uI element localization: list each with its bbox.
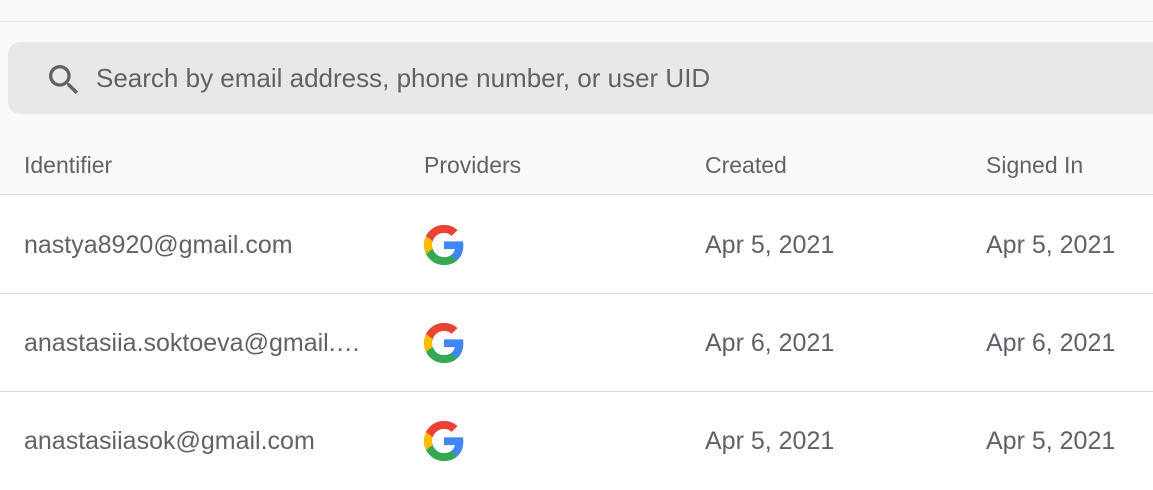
column-header-providers[interactable]: Providers (424, 152, 521, 179)
google-icon (423, 420, 464, 462)
identifier-cell: nastya8920@gmail.com (24, 196, 370, 294)
created-cell: Apr 5, 2021 (705, 230, 835, 259)
signed-in-cell: Apr 5, 2021 (986, 230, 1116, 259)
created-cell: Apr 6, 2021 (705, 328, 835, 357)
identifier-text: anastasiiasok@gmail.com (24, 426, 315, 455)
identifier-cell: anastasiiasok@gmail.com (24, 392, 370, 490)
google-icon (423, 322, 464, 364)
top-bar (0, 0, 1153, 22)
google-icon (423, 224, 464, 266)
signed-in-cell: Apr 5, 2021 (986, 426, 1116, 455)
provider-cell (422, 392, 470, 490)
signed-in-cell: Apr 6, 2021 (986, 328, 1116, 357)
table-row[interactable]: nastya8920@gmail.com Apr 5, 2021 Apr 5, … (0, 196, 1153, 294)
table-header: Identifier Providers Created Signed In (0, 134, 1153, 195)
search-input[interactable] (96, 42, 1096, 114)
created-cell: Apr 5, 2021 (705, 426, 835, 455)
identifier-text: anastasiia.soktoeva@gmail.… (24, 328, 361, 357)
table-row[interactable]: anastasiiasok@gmail.com Apr 5, 2021 Apr … (0, 392, 1153, 490)
column-header-identifier[interactable]: Identifier (24, 152, 112, 179)
identifier-text: nastya8920@gmail.com (24, 230, 293, 259)
search-icon[interactable] (44, 60, 84, 100)
search-bar[interactable] (8, 42, 1153, 114)
table-row[interactable]: anastasiia.soktoeva@gmail.… Apr 6, 2021 … (0, 294, 1153, 392)
identifier-cell: anastasiia.soktoeva@gmail.… (24, 294, 370, 392)
provider-cell (422, 196, 470, 294)
provider-cell (422, 294, 470, 392)
column-header-signed-in[interactable]: Signed In (986, 152, 1083, 179)
column-header-created[interactable]: Created (705, 152, 787, 179)
